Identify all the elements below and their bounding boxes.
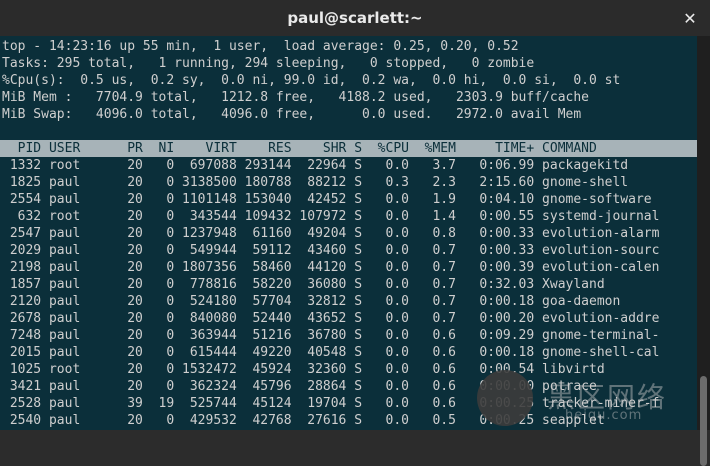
table-row: 2678 paul 20 0 840080 52440 43652 S 0.0 … [2, 311, 660, 326]
table-row: 2015 paul 20 0 615444 49220 40548 S 0.0 … [2, 345, 660, 360]
table-row: 1825 paul 20 0 3138500 180788 88212 S 0.… [2, 175, 629, 190]
table-row: 2554 paul 20 0 1101148 153040 42452 S 0.… [2, 192, 652, 207]
table-row: 1332 root 20 0 697088 293144 22964 S 0.0… [2, 158, 629, 173]
table-row: 2540 paul 20 0 429532 42768 27616 S 0.0 … [2, 413, 605, 428]
table-row: 2547 paul 20 0 1237948 61160 49204 S 0.0… [2, 226, 660, 241]
table-row: 2198 paul 20 0 1807356 58460 44120 S 0.0… [2, 260, 660, 275]
table-row: 632 root 20 0 343544 109432 107972 S 0.0… [2, 209, 660, 224]
table-row: 2120 paul 20 0 524180 57704 32812 S 0.0 … [2, 294, 621, 309]
top-line-swap: MiB Swap: 4096.0 total, 4096.0 free, 0.0… [2, 107, 582, 122]
table-row: 2528 paul 39 19 525744 45124 19704 S 0.0… [2, 396, 660, 411]
table-row: 1025 root 20 0 1532472 45924 32360 S 0.0… [2, 362, 605, 377]
terminal-content[interactable]: top - 14:23:16 up 55 min, 1 user, load a… [0, 36, 697, 430]
process-table-header: PID USER PR NI VIRT RES SHR S %CPU %MEM … [0, 140, 697, 157]
process-table-header-text: PID USER PR NI VIRT RES SHR S %CPU %MEM … [2, 141, 597, 156]
table-row: 1857 paul 20 0 778816 58220 36080 S 0.0 … [2, 277, 605, 292]
terminal-area[interactable]: top - 14:23:16 up 55 min, 1 user, load a… [0, 36, 710, 430]
table-row: 7248 paul 20 0 363944 51216 36780 S 0.0 … [2, 328, 660, 343]
vertical-scrollbar[interactable] [697, 36, 710, 466]
window-title: paul@scarlett:~ [287, 9, 423, 27]
top-line-mem: MiB Mem : 7704.9 total, 1212.8 free, 418… [2, 90, 589, 105]
close-icon[interactable]: ✕ [680, 8, 700, 28]
top-line-tasks: Tasks: 295 total, 1 running, 294 sleepin… [2, 56, 535, 71]
top-line-uptime: top - 14:23:16 up 55 min, 1 user, load a… [2, 39, 519, 54]
table-row: 3421 paul 20 0 362324 45796 28864 S 0.0 … [2, 379, 597, 394]
terminal-window: paul@scarlett:~ ✕ top - 14:23:16 up 55 m… [0, 0, 710, 466]
titlebar: paul@scarlett:~ ✕ [0, 0, 710, 37]
top-line-cpu: %Cpu(s): 0.5 us, 0.2 sy, 0.0 ni, 99.0 id… [2, 73, 621, 88]
table-row: 2029 paul 20 0 549944 59112 43460 S 0.0 … [2, 243, 660, 258]
scrollbar-thumb[interactable] [700, 376, 707, 466]
